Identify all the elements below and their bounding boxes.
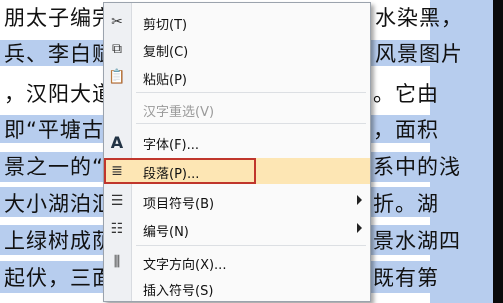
menu-item-reconvert: 汉字重选(V) (104, 96, 370, 122)
doc-line[interactable]: 水染黑， (375, 8, 463, 29)
menu-item-label: 插入符号(S) (143, 284, 214, 299)
menu-item-text-direction[interactable]: ⫼ 文字方向(X)... (104, 249, 370, 275)
scissors-icon: ✂ (111, 14, 123, 30)
menu-separator (136, 92, 366, 93)
font-icon: A (110, 132, 124, 152)
menu-item-cut[interactable]: ✂ 剪切(T) (104, 9, 370, 35)
menu-item-paste[interactable]: 📋 粘贴(P) (104, 64, 370, 90)
submenu-arrow-icon (357, 223, 362, 233)
menu-item-label: 文字方向(X)... (143, 258, 227, 273)
menu-item-insert-symbol[interactable]: 插入符号(S) (104, 275, 370, 301)
menu-item-copy[interactable]: ⧉ 复制(C) (104, 36, 370, 62)
menu-item-label: 粘贴(P) (143, 73, 187, 88)
paste-icon: 📋 (108, 69, 126, 85)
menu-separator (136, 245, 366, 246)
doc-line[interactable]: 。它由 (373, 84, 439, 105)
menu-item-font[interactable]: A 字体(F)... (104, 129, 370, 155)
window-edge (493, 0, 503, 303)
numbering-icon: ☷ (110, 221, 124, 237)
bullets-icon: ☰ (110, 193, 124, 209)
doc-line[interactable]: 朋太子编完 (4, 8, 114, 29)
submenu-arrow-icon (357, 195, 362, 205)
menu-item-label: 编号(N) (143, 225, 189, 240)
menu-item-bullets[interactable]: ☰ 项目符号(B) (104, 188, 370, 214)
menu-separator (136, 123, 366, 124)
menu-item-label: 汉字重选(V) (143, 105, 215, 120)
doc-line[interactable]: 折。湖 (373, 194, 439, 215)
menu-item-label: 复制(C) (143, 45, 189, 60)
menu-item-label: 项目符号(B) (143, 197, 215, 212)
menu-item-label: 字体(F)... (143, 138, 200, 153)
doc-line[interactable]: 既有第 (373, 268, 439, 289)
context-menu: ✂ 剪切(T) ⧉ 复制(C) 📋 粘贴(P) 汉字重选(V) A 字体(F).… (103, 2, 371, 302)
copy-icon: ⧉ (112, 41, 122, 57)
doc-line[interactable]: ，面积 (373, 120, 439, 141)
text-direction-icon: ⫼ (113, 254, 121, 270)
doc-line[interactable]: 景水湖四 (373, 231, 461, 252)
menu-item-label: 剪切(T) (143, 18, 188, 33)
menu-item-numbering[interactable]: ☷ 编号(N) (104, 216, 370, 242)
doc-line[interactable]: 风景图片 (375, 44, 463, 65)
doc-line[interactable]: 系中的浅 (373, 157, 461, 178)
highlight-box (104, 158, 256, 184)
